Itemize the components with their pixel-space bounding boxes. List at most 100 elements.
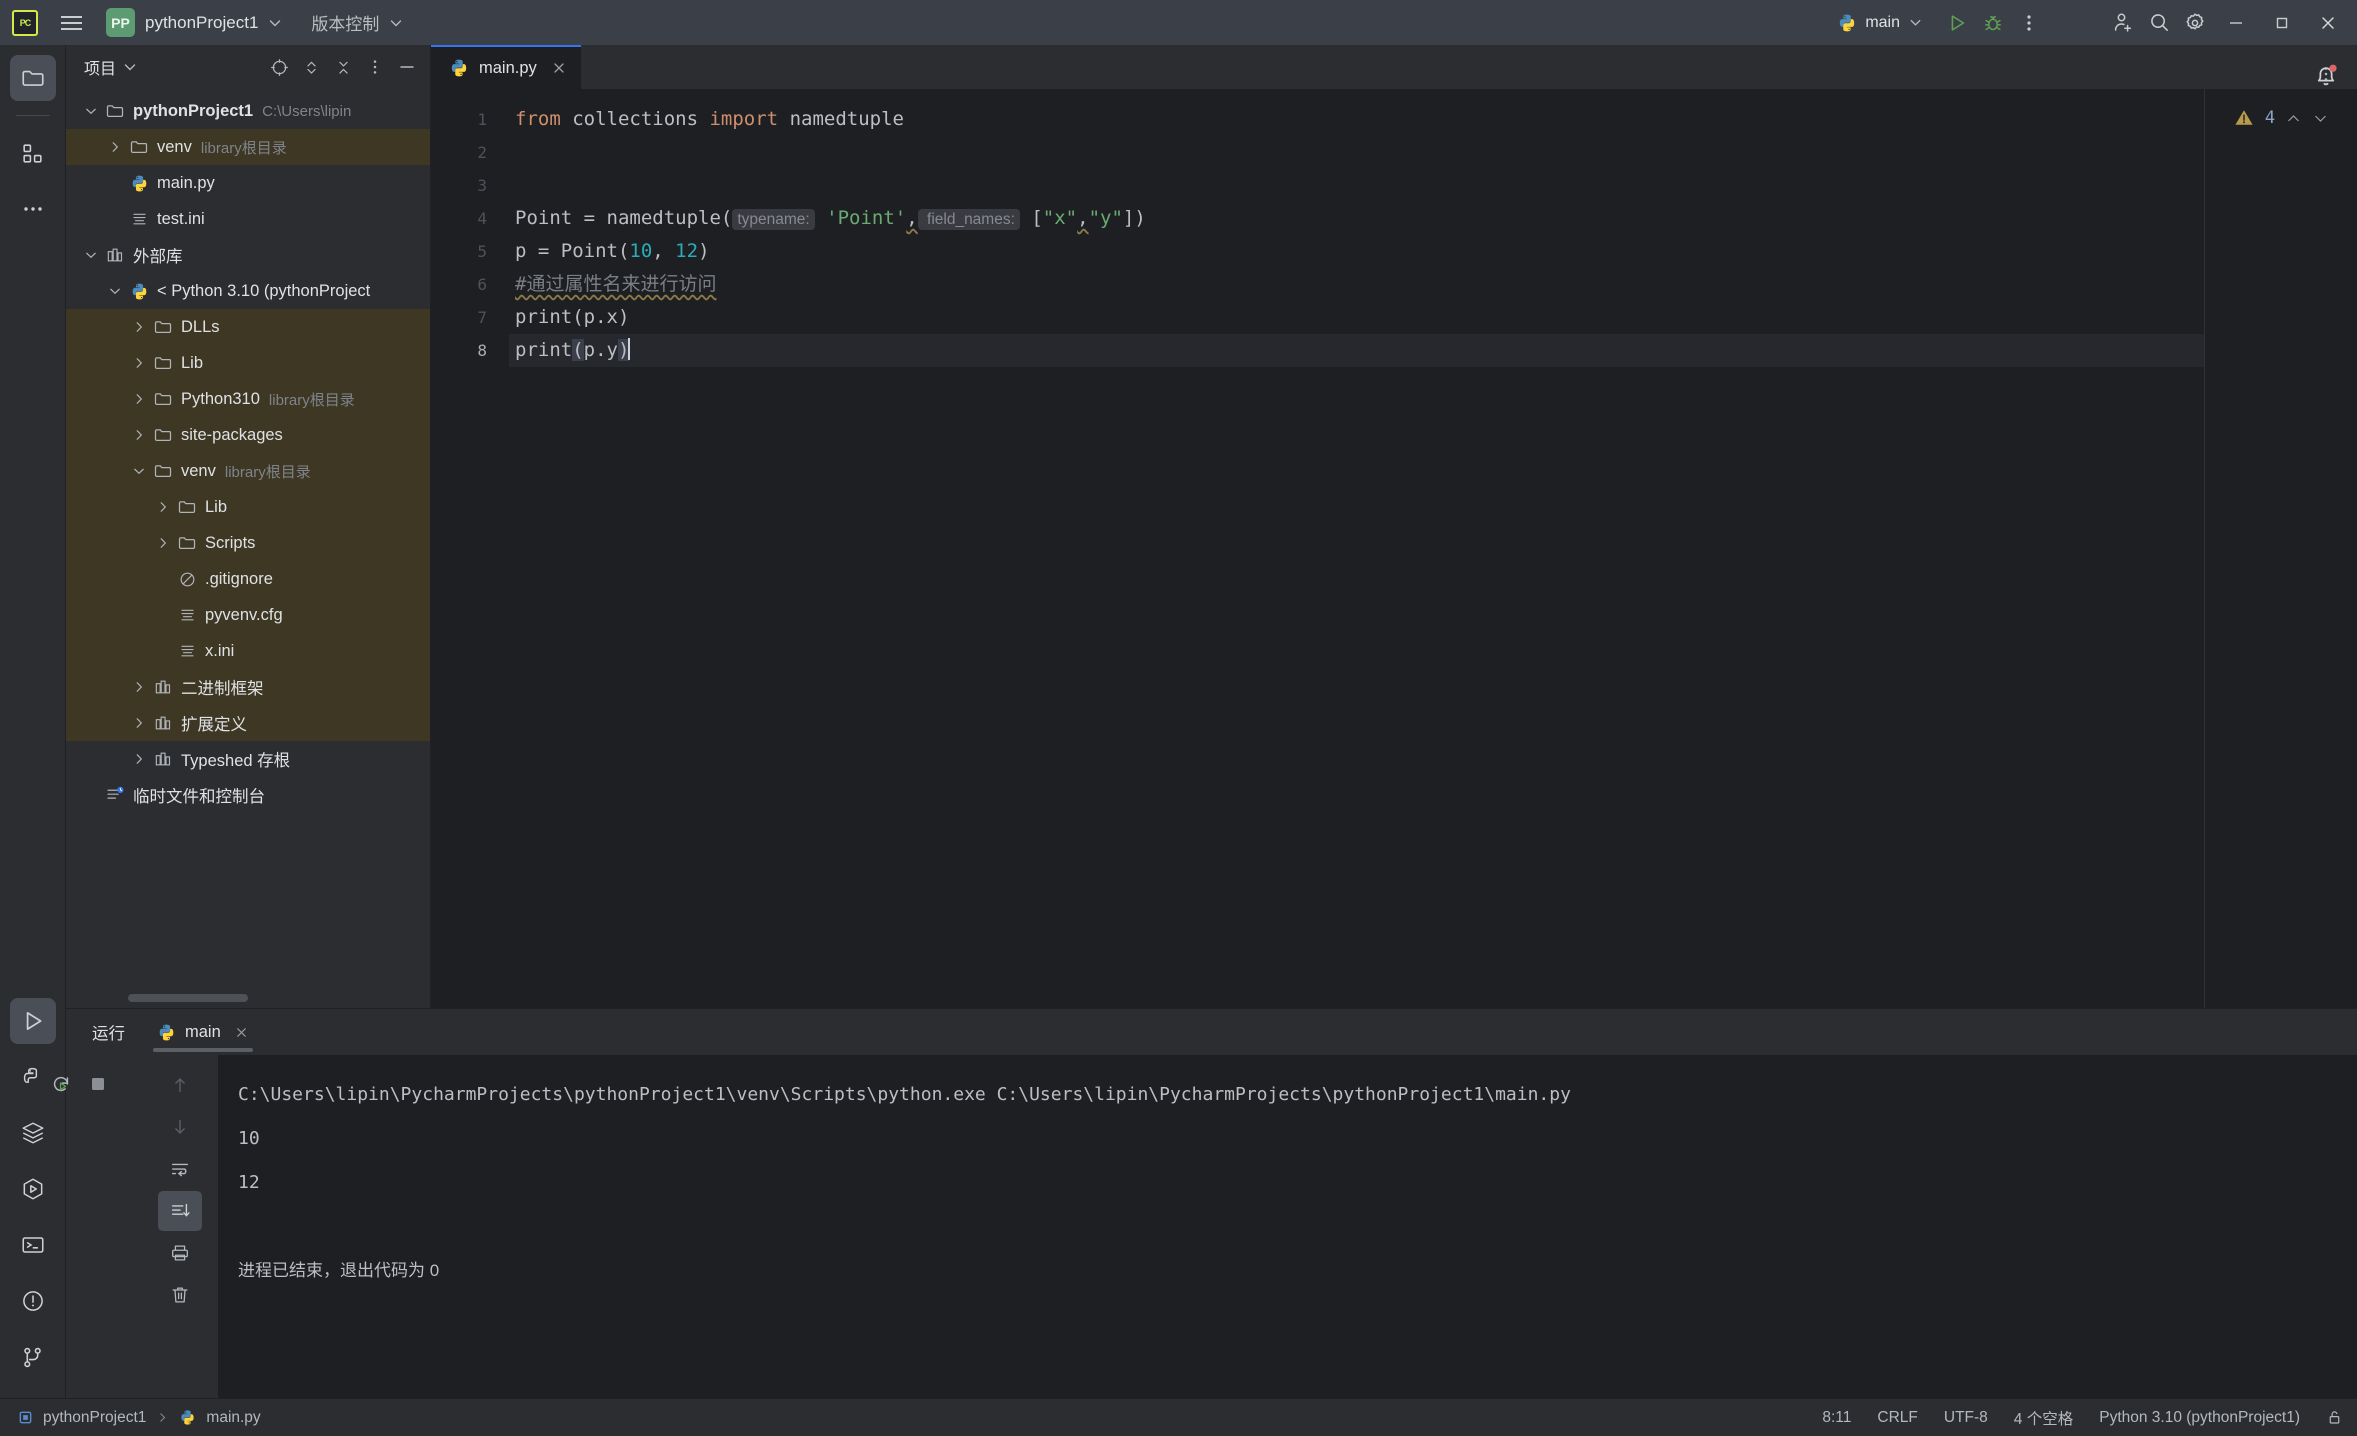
print-icon[interactable] (158, 1233, 202, 1273)
tree-item[interactable]: test.ini (66, 201, 430, 237)
tree-item[interactable]: pyvenv.cfg (66, 597, 430, 633)
stop-icon[interactable] (88, 1067, 108, 1101)
sidebar-item-project[interactable] (9, 55, 56, 101)
inspection-widget[interactable]: 4 (2233, 89, 2329, 135)
tree-item[interactable]: DLLs (66, 309, 430, 345)
previous-problem-icon[interactable] (2285, 110, 2302, 127)
line-number[interactable]: 2 (431, 136, 509, 169)
sidebar-item-problems[interactable] (10, 1278, 56, 1324)
indent-setting[interactable]: 4 个空格 (2014, 1407, 2073, 1429)
search-everywhere-button[interactable] (2141, 5, 2177, 41)
share-project-button[interactable] (2105, 5, 2141, 41)
file-encoding[interactable]: UTF-8 (1944, 1409, 1988, 1427)
chevron-right-icon[interactable] (152, 500, 174, 514)
chevron-down-icon[interactable] (104, 284, 126, 298)
editor-gutter[interactable]: 12345678 (431, 89, 509, 1008)
chevron-right-icon[interactable] (128, 752, 150, 766)
tree-item[interactable]: venv library根目录 (66, 453, 430, 489)
chevron-right-icon[interactable] (128, 428, 150, 442)
line-number[interactable]: 6 (431, 268, 509, 301)
vcs-menu-label[interactable]: 版本控制 (311, 10, 379, 35)
code-line[interactable]: #通过属性名来进行访问 (509, 268, 2204, 301)
tab-main-py[interactable]: main.py (431, 45, 581, 89)
project-name-label[interactable]: pythonProject1 (145, 13, 258, 33)
interpreter-selector[interactable]: Python 3.10 (pythonProject1) (2099, 1409, 2300, 1427)
code-line[interactable]: p = Point(10, 12) (509, 235, 2204, 268)
notifications-button[interactable] (2311, 60, 2341, 90)
tree-item[interactable]: Scripts (66, 525, 430, 561)
run-tab-main[interactable]: main (143, 1009, 263, 1055)
breadcrumb-file[interactable]: main.py (206, 1409, 260, 1427)
sidebar-item-version-control[interactable] (10, 1334, 56, 1380)
close-button[interactable] (2305, 0, 2351, 45)
chevron-right-icon[interactable] (128, 680, 150, 694)
tree-item[interactable]: Typeshed 存根 (66, 741, 430, 777)
sidebar-item-python-packages[interactable] (10, 1054, 56, 1100)
chevron-right-icon[interactable] (128, 356, 150, 370)
line-number[interactable]: 4 (431, 202, 509, 235)
tree-item[interactable]: 外部库 (66, 237, 430, 273)
tree-item[interactable]: .gitignore (66, 561, 430, 597)
chevron-down-icon[interactable] (80, 248, 102, 262)
locate-icon[interactable] (264, 52, 294, 82)
chevron-down-icon[interactable] (267, 15, 283, 31)
sidebar-item-database[interactable] (10, 1110, 56, 1156)
chevron-down-icon[interactable] (80, 104, 102, 118)
minimize-button[interactable] (2213, 0, 2259, 45)
chevron-right-icon[interactable] (128, 716, 150, 730)
soft-wrap-icon[interactable] (158, 1149, 202, 1189)
sidebar-item-services[interactable] (10, 1166, 56, 1212)
tree-item[interactable]: 临时文件和控制台 (66, 777, 430, 813)
scroll-to-end-icon[interactable] (158, 1191, 202, 1231)
code-line[interactable]: from collections import namedtuple (509, 103, 2204, 136)
chevron-right-icon[interactable] (128, 392, 150, 406)
chevron-down-icon[interactable] (122, 59, 138, 75)
tree-item[interactable]: < Python 3.10 (pythonProject (66, 273, 430, 309)
more-actions-button[interactable] (2011, 5, 2047, 41)
code-text[interactable]: from collections import namedtuple Point… (509, 89, 2205, 1008)
project-tree[interactable]: pythonProject1 C:\Users\lipin venv library根… (66, 89, 430, 1008)
chevron-down-icon[interactable] (128, 464, 150, 478)
tree-item[interactable]: site-packages (66, 417, 430, 453)
settings-button[interactable] (2177, 5, 2213, 41)
line-number[interactable]: 1 (431, 103, 509, 136)
line-separator[interactable]: CRLF (1877, 1409, 1917, 1427)
unlocked-icon[interactable] (2326, 1409, 2343, 1426)
run-button[interactable] (1939, 5, 1975, 41)
code-line[interactable] (509, 136, 2204, 169)
line-number[interactable]: 5 (431, 235, 509, 268)
close-icon[interactable] (234, 1025, 249, 1040)
main-menu-icon[interactable] (54, 6, 88, 40)
breadcrumb-project[interactable]: pythonProject1 (43, 1409, 146, 1427)
sidebar-item-more-tools[interactable] (10, 186, 56, 232)
options-icon[interactable] (360, 52, 390, 82)
line-number[interactable]: 3 (431, 169, 509, 202)
scroll-up-icon[interactable] (158, 1065, 202, 1105)
caret-position[interactable]: 8:11 (1822, 1409, 1851, 1427)
expand-collapse-icon[interactable] (296, 52, 326, 82)
rerun-icon[interactable] (50, 1067, 72, 1101)
chevron-right-icon[interactable] (104, 140, 126, 154)
hide-panel-icon[interactable] (392, 52, 422, 82)
code-line[interactable]: print(p.y) (509, 334, 2204, 367)
debug-button[interactable] (1975, 5, 2011, 41)
tree-item[interactable]: Lib (66, 345, 430, 381)
tree-item[interactable]: main.py (66, 165, 430, 201)
clear-all-icon[interactable] (158, 1275, 202, 1315)
sidebar-item-terminal[interactable] (10, 1222, 56, 1268)
tree-item[interactable]: pythonProject1 C:\Users\lipin (66, 93, 430, 129)
code-line[interactable]: print(p.x) (509, 301, 2204, 334)
chevron-right-icon[interactable] (128, 320, 150, 334)
scroll-down-icon[interactable] (158, 1107, 202, 1147)
sidebar-item-run[interactable] (9, 998, 56, 1044)
line-number[interactable]: 8 (431, 334, 509, 367)
sidebar-item-structure[interactable] (10, 130, 56, 176)
code-line[interactable] (509, 169, 2204, 202)
tree-item[interactable]: Lib (66, 489, 430, 525)
maximize-button[interactable] (2259, 0, 2305, 45)
close-icon[interactable] (551, 60, 567, 76)
line-number[interactable]: 7 (431, 301, 509, 334)
project-tree-horizontal-scrollbar[interactable] (128, 994, 248, 1002)
chevron-right-icon[interactable] (152, 536, 174, 550)
tree-item[interactable]: 扩展定义 (66, 705, 430, 741)
